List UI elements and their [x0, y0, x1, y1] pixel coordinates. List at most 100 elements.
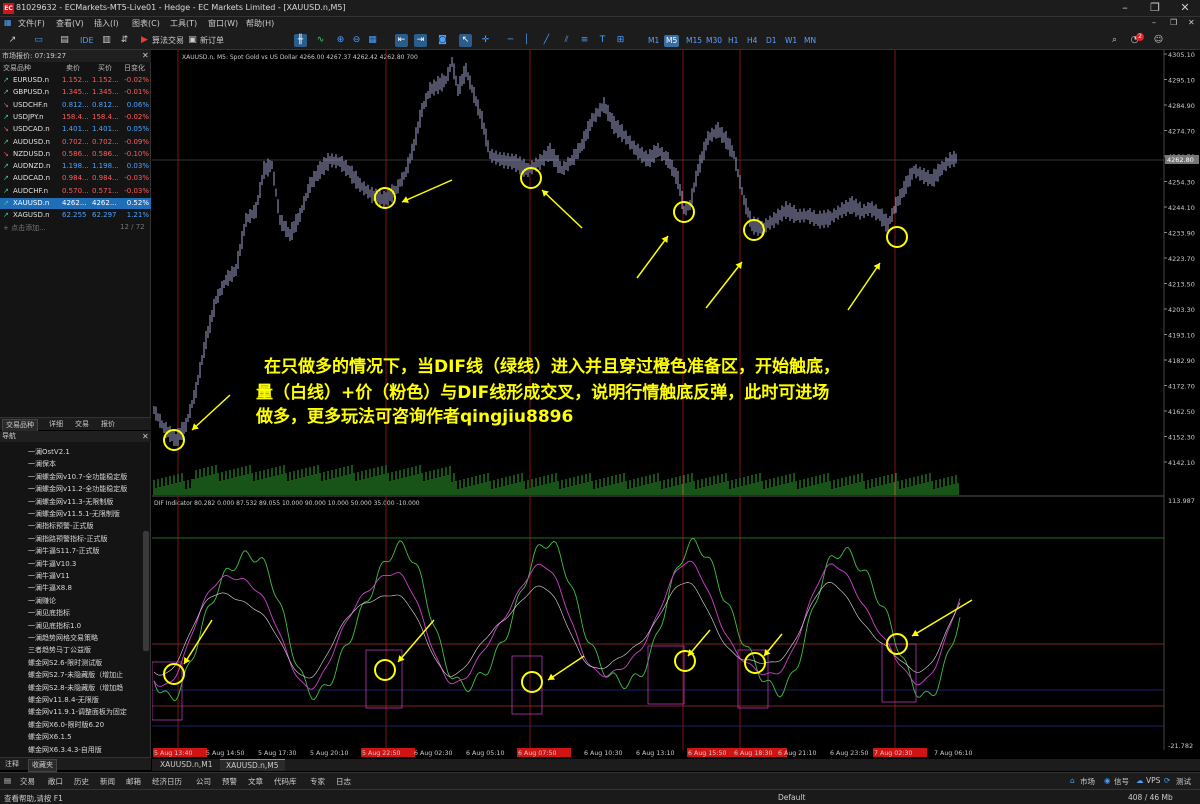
search-icon[interactable]: ⌕: [1108, 34, 1121, 47]
quote-row[interactable]: ↘ NZDUSD.n 0.586... 0.586... -0.10%: [0, 149, 151, 160]
navigator-item[interactable]: 一澜螺金网v10.7-全功能稳定版: [28, 472, 146, 482]
chart-menu-icon[interactable]: ▦: [4, 18, 12, 27]
quote-row[interactable]: ↗ XAGUSD.n 62.255 62.297 1.21%: [0, 210, 151, 221]
menu-view[interactable]: 查看(V): [56, 18, 84, 29]
profiles-icon[interactable]: ▤: [58, 34, 71, 47]
quote-row[interactable]: ↗ AUDUSD.n 0.702... 0.702... -0.09%: [0, 137, 151, 148]
tf-m1[interactable]: M1: [646, 35, 661, 47]
tab-articles[interactable]: 文章: [248, 776, 263, 787]
bar-chart-icon[interactable]: ╫: [294, 34, 307, 47]
strategy-tester-icon[interactable]: ⇵: [118, 34, 131, 47]
child-close-button[interactable]: ✕: [1188, 18, 1195, 27]
tab-ticks[interactable]: 报价: [98, 419, 118, 430]
hline-icon[interactable]: ─: [504, 34, 517, 47]
tab-trade[interactable]: 交易: [20, 776, 35, 787]
tab-favorites[interactable]: 收藏夹: [28, 759, 57, 772]
menu-insert[interactable]: 插入(I): [94, 18, 119, 29]
child-minimize-button[interactable]: –: [1152, 18, 1156, 27]
chart-area[interactable]: XAUUSD.n, M5: Spot Gold vs US Dollar 426…: [151, 50, 1200, 759]
tf-m5[interactable]: M5: [664, 35, 680, 47]
quote-row[interactable]: ↗ USDJPY.n 158.4... 158.4... -0.02%: [0, 112, 151, 123]
tab-codebase[interactable]: 代码库: [274, 776, 297, 787]
chart-shift-icon[interactable]: ⇥: [414, 34, 427, 47]
navigator-item[interactable]: 一澜螺金网v11.3-无限制版: [28, 497, 146, 507]
minimize-button[interactable]: –: [1110, 0, 1140, 17]
new-order-button[interactable]: 新订单: [200, 34, 224, 47]
account-icon[interactable]: ☺: [1152, 34, 1165, 47]
tf-h1[interactable]: H1: [726, 35, 740, 47]
tf-mn[interactable]: MN: [802, 35, 818, 47]
navigator-close-icon[interactable]: ✕: [142, 432, 149, 441]
tab-alerts[interactable]: 预警: [222, 776, 237, 787]
tab-exposure[interactable]: 敞口: [48, 776, 63, 787]
navigator-scrollbar[interactable]: [143, 531, 149, 651]
cursor-icon[interactable]: ↖: [459, 34, 472, 47]
chart-line-icon[interactable]: ↗: [6, 34, 19, 47]
tab-calendar[interactable]: 经济日历: [152, 776, 182, 787]
navigator-item[interactable]: 一澜见底指标1.0: [28, 621, 146, 631]
maximize-button[interactable]: ❐: [1140, 0, 1170, 17]
algo-trading-button[interactable]: 算法交易: [152, 34, 184, 47]
col-bid[interactable]: 卖价: [66, 63, 80, 73]
quote-row[interactable]: ↗ AUDCAD.n 0.984... 0.984... -0.03%: [0, 173, 151, 184]
navigator-item[interactable]: 一澜见底指标: [28, 608, 146, 618]
add-symbol-link[interactable]: + 点击添加...: [3, 223, 46, 233]
navigator-item[interactable]: 螺金网S2.7-未隐藏版（增加止: [28, 670, 146, 680]
tab-notes[interactable]: 注释: [2, 759, 22, 770]
text-icon[interactable]: T: [596, 34, 609, 47]
tab-journal[interactable]: 日志: [336, 776, 351, 787]
tab-mailbox[interactable]: 邮箱: [126, 776, 141, 787]
terminal-icon[interactable]: ▥: [100, 34, 113, 47]
navigator-item[interactable]: 一澜指路预警指标-正式版: [28, 534, 146, 544]
screenshot-icon[interactable]: ◙: [436, 34, 449, 47]
quote-row[interactable]: ↗ GBPUSD.n 1.345... 1.345... -0.01%: [0, 87, 151, 98]
zoom-in-icon[interactable]: ⊕: [334, 34, 347, 47]
navigator-item[interactable]: 一澜牛逼S11.7-正式版: [28, 546, 146, 556]
tab-signals[interactable]: 信号: [1114, 776, 1129, 787]
navigator-item[interactable]: 一澜OstV2.1: [28, 447, 146, 457]
new-order-icon[interactable]: ▣: [186, 34, 199, 47]
navigator-item[interactable]: 螺金网v11.9.1-调整面板为固定: [28, 707, 146, 717]
menu-help[interactable]: 帮助(H): [246, 18, 274, 29]
tab-chart-m5[interactable]: XAUUSD.n,M5: [220, 759, 285, 771]
navigator-item[interactable]: 一澜趋势网格交易策略: [28, 633, 146, 643]
navigator-item[interactable]: 一澜牛逼V11: [28, 571, 146, 581]
col-change[interactable]: 日变化: [124, 63, 145, 73]
shapes-icon[interactable]: ⊞: [614, 34, 627, 47]
fibo-icon[interactable]: ≡: [578, 34, 591, 47]
algo-trading-icon[interactable]: ▶: [138, 34, 151, 47]
tf-d1[interactable]: D1: [764, 35, 779, 47]
navigator-item[interactable]: 一澜螺金网v11.2-全功能稳定版: [28, 484, 146, 494]
ide-button[interactable]: IDE: [80, 34, 94, 47]
quote-row[interactable]: ↗ AUDNZD.n 1.198... 1.198... 0.03%: [0, 161, 151, 172]
grid-icon[interactable]: ▦: [366, 34, 379, 47]
market-watch-close-icon[interactable]: ✕: [142, 51, 149, 60]
navigator-item[interactable]: 螺金网X6.3.4.3-自用版: [28, 745, 146, 755]
tf-h4[interactable]: H4: [745, 35, 759, 47]
tab-details[interactable]: 详细: [46, 419, 66, 430]
trendline-icon[interactable]: ╱: [540, 34, 553, 47]
close-button[interactable]: ✕: [1170, 0, 1200, 17]
toolbox-toggle-icon[interactable]: ▤: [4, 776, 11, 785]
tab-company[interactable]: 公司: [196, 776, 211, 787]
navigator-item[interactable]: 螺金网X6.1.5: [28, 732, 146, 742]
quote-row[interactable]: ↘ USDCAD.n 1.401... 1.401... 0.05%: [0, 124, 151, 135]
quote-row[interactable]: ↗ XAUUSD.n 4262... 4262... 0.52%: [0, 198, 151, 209]
tab-trading[interactable]: 交易: [72, 419, 92, 430]
tf-m30[interactable]: M30: [704, 35, 724, 47]
navigator-item[interactable]: 三者趋势马丁公益版: [28, 645, 146, 655]
navigator-item[interactable]: 螺金网S2.8-未隐藏版（增加趋: [28, 683, 146, 693]
navigator-item[interactable]: 螺金网v11.8.4-无限版: [28, 695, 146, 705]
navigator-item[interactable]: 一澜赚论: [28, 596, 146, 606]
tab-vps[interactable]: VPS: [1146, 776, 1160, 785]
menu-window[interactable]: 窗口(W): [208, 18, 238, 29]
menu-chart[interactable]: 图表(C): [132, 18, 160, 29]
tab-market[interactable]: 市场: [1080, 776, 1095, 787]
navigator-item[interactable]: 一澜牛逼V10.3: [28, 559, 146, 569]
quote-row[interactable]: ↗ AUDCHF.n 0.570... 0.571... -0.03%: [0, 186, 151, 197]
navigator-item[interactable]: 一澜保本: [28, 459, 146, 469]
vline-icon[interactable]: │: [520, 34, 533, 47]
child-restore-button[interactable]: ❐: [1170, 18, 1177, 27]
quote-row[interactable]: ↘ USDCHF.n 0.812... 0.812... 0.06%: [0, 100, 151, 111]
menu-tools[interactable]: 工具(T): [170, 18, 197, 29]
